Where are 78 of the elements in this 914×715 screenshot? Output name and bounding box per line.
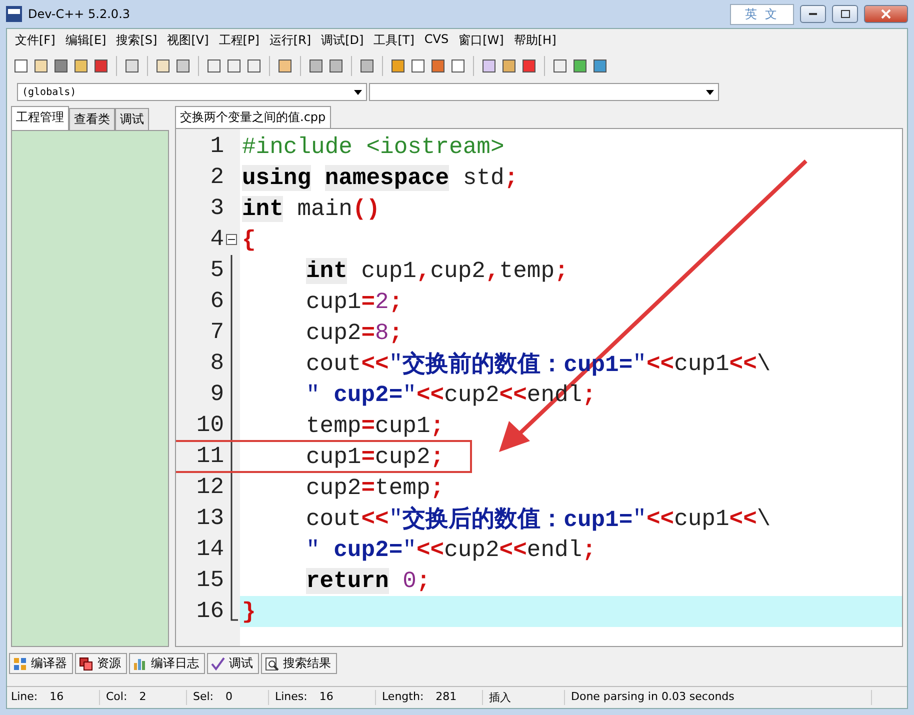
line-number: 9 [210, 380, 224, 409]
pages-icon [79, 656, 93, 670]
code-editor[interactable] [175, 128, 903, 647]
line-number: 1 [210, 132, 224, 161]
line-number: 12 [196, 473, 224, 502]
collapse-icon[interactable] [226, 234, 237, 245]
output-tab[interactable]: 调试 [207, 653, 259, 674]
status-value: 0 [226, 690, 233, 705]
line-number: 8 [210, 349, 224, 378]
panel-tab[interactable]: 调试 [115, 108, 149, 130]
code-line: int cup1,cup2,temp; [306, 258, 568, 284]
output-tab[interactable]: 编译器 [9, 653, 73, 674]
status-value: 2 [139, 690, 146, 705]
output-tab[interactable]: 编译日志 [129, 653, 205, 674]
app-icon [6, 6, 22, 22]
code-line: temp=cup1; [306, 412, 444, 438]
code-line: } [242, 598, 256, 624]
code-line: { [242, 226, 256, 252]
status-label: Line: [11, 690, 38, 705]
code-line: " cup2="<<cup2<<endl; [306, 536, 596, 562]
code-line: int main() [242, 196, 380, 222]
panel-tab[interactable]: 工程管理 [11, 106, 69, 130]
status-label: Col: [106, 690, 128, 705]
dropdown-arrow-icon[interactable] [706, 90, 714, 94]
line-number: 2 [210, 163, 224, 192]
menu-item[interactable]: 工程[P] [214, 32, 264, 49]
line-number: 11 [196, 442, 224, 471]
line-number: 6 [210, 287, 224, 316]
status-label: Sel: [193, 690, 214, 705]
menu-item[interactable]: 调试[D] [317, 32, 368, 49]
line-number: 3 [210, 194, 224, 223]
maximize-icon [840, 10, 850, 18]
maximize-button[interactable] [832, 5, 858, 23]
close-icon [881, 9, 891, 19]
line-number: 10 [196, 411, 224, 440]
line-number: 7 [210, 318, 224, 347]
code-line: cup2=temp; [306, 474, 444, 500]
menu-item[interactable]: CVS [420, 32, 453, 49]
menu-item[interactable]: 窗口[W] [454, 32, 508, 49]
menu-item[interactable]: 帮助[H] [510, 32, 560, 49]
code-line: cup1=2; [306, 288, 403, 314]
code-line: using namespace std; [242, 164, 518, 190]
code-line: cup2=8; [306, 320, 403, 346]
menu-item[interactable]: 运行[R] [265, 32, 316, 49]
output-tab[interactable]: 资源 [75, 653, 127, 674]
menu-item[interactable]: 文件[F] [11, 32, 60, 49]
search-icon [265, 656, 279, 670]
window-title: Dev-C++ 5.2.0.3 [28, 7, 132, 21]
menu-item[interactable]: 编辑[E] [61, 32, 110, 49]
status-value: 插入 [489, 690, 511, 705]
close-button[interactable] [864, 5, 908, 23]
line-number: 15 [196, 566, 224, 595]
line-number: 5 [210, 256, 224, 285]
code-line: cup1=cup2; [306, 444, 444, 470]
dropdown-arrow-icon[interactable] [354, 90, 362, 94]
line-number: 13 [196, 504, 224, 533]
file-tab[interactable]: 交换两个变量之间的值.cpp [175, 106, 331, 128]
panel-tab[interactable]: 查看类 [69, 108, 115, 130]
status-value: 281 [436, 690, 457, 705]
code-line: #include <iostream> [242, 134, 504, 160]
status-label: Lines: [275, 690, 308, 705]
dropdown-field[interactable] [369, 83, 719, 101]
menu-item[interactable]: 视图[V] [163, 32, 213, 49]
line-number: 4 [210, 225, 224, 254]
minimize-icon [809, 13, 817, 15]
line-number: 14 [196, 535, 224, 564]
status-label: Length: [382, 690, 424, 705]
ime-indicator[interactable]: 英 文 [730, 4, 794, 24]
status-value: Done parsing in 0.03 seconds [571, 690, 734, 705]
dropdown-field[interactable]: (globals) [17, 83, 367, 101]
minimize-button[interactable] [800, 5, 826, 23]
menu-item[interactable]: 工具[T] [370, 32, 418, 49]
status-value: 16 [50, 690, 64, 705]
status-value: 16 [319, 690, 334, 705]
code-line: cout<<"交换后的数值：cup1="<<cup1<<\ [306, 504, 771, 534]
line-number: 16 [196, 597, 224, 626]
menu-item[interactable]: 搜索[S] [112, 32, 162, 49]
output-tab[interactable]: 搜索结果 [261, 653, 337, 674]
